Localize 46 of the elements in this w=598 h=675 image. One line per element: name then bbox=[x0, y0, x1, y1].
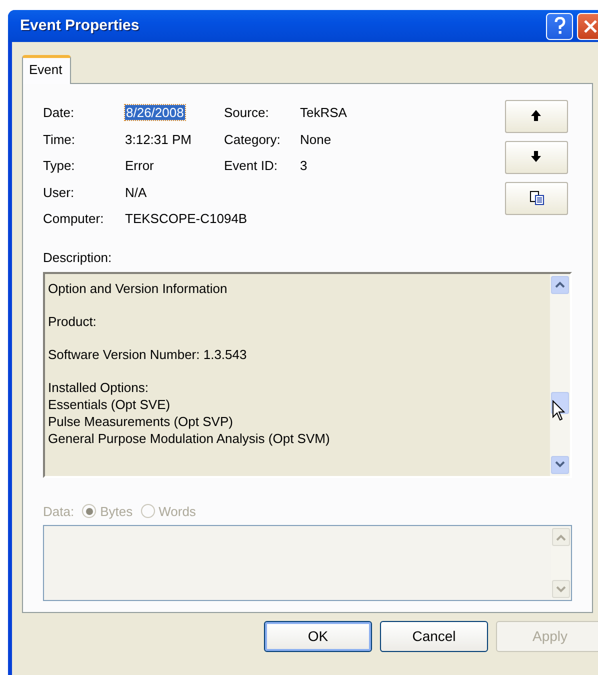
copy-button[interactable] bbox=[505, 182, 568, 214]
description-line: Product: bbox=[48, 312, 98, 330]
field-label: Time: bbox=[43, 130, 76, 148]
mouse-pointer-icon bbox=[552, 400, 566, 422]
field-value: 8/26/2008 bbox=[125, 105, 185, 120]
field-label: Event ID: bbox=[224, 157, 278, 175]
field-label: Date: bbox=[43, 104, 76, 122]
data-label: Data: bbox=[43, 502, 74, 520]
field-value: None bbox=[300, 130, 332, 148]
help-icon bbox=[554, 17, 566, 35]
field-label: Computer: bbox=[43, 210, 105, 228]
field-label: User: bbox=[43, 184, 76, 202]
move-up-button[interactable] bbox=[505, 100, 568, 132]
description-line: Pulse Measurements (Opt SVP) bbox=[48, 412, 234, 430]
close-button[interactable] bbox=[577, 12, 598, 40]
scroll-down-icon[interactable] bbox=[555, 461, 565, 468]
field-value: TekRSA bbox=[300, 104, 347, 122]
field-label: Category: bbox=[224, 130, 282, 149]
scrollbar[interactable] bbox=[550, 274, 570, 476]
copy-icon bbox=[530, 191, 544, 205]
description-line: Software Version Number: 1.3.543 bbox=[48, 346, 248, 362]
radio-dot-icon bbox=[86, 508, 93, 515]
description-line: Option and Version Information bbox=[48, 280, 228, 296]
up-arrow-icon bbox=[530, 109, 544, 123]
description-line: Installed Options: bbox=[48, 378, 150, 396]
field-label: Source: bbox=[224, 104, 270, 122]
radio-label: Bytes bbox=[100, 502, 133, 521]
field-label: Type: bbox=[43, 157, 76, 175]
description-line: Essentials (Opt SVE) bbox=[48, 396, 172, 412]
window-title: Event Properties bbox=[20, 16, 140, 36]
field-value: N/A bbox=[125, 184, 147, 200]
radio-label: Words bbox=[158, 502, 196, 520]
scroll-up-icon[interactable] bbox=[555, 281, 565, 288]
field-value: 3:12:31 PM bbox=[125, 132, 192, 146]
description-line: General Purpose Modulation Analysis (Opt SVM) bbox=[48, 430, 331, 446]
down-arrow-icon bbox=[530, 150, 544, 164]
field-value: TEKSCOPE-C1094B bbox=[125, 211, 248, 226]
dialog-button[interactable]: OK bbox=[264, 620, 372, 652]
field-value: Error bbox=[125, 158, 154, 173]
move-down-button[interactable] bbox=[505, 140, 568, 174]
help-button[interactable] bbox=[546, 12, 573, 40]
description-label: Description: bbox=[43, 249, 113, 267]
field-value: 3 bbox=[300, 157, 308, 175]
tab[interactable]: Event bbox=[22, 55, 72, 84]
dialog-button[interactable]: Cancel bbox=[380, 620, 488, 652]
close-icon bbox=[583, 18, 598, 34]
